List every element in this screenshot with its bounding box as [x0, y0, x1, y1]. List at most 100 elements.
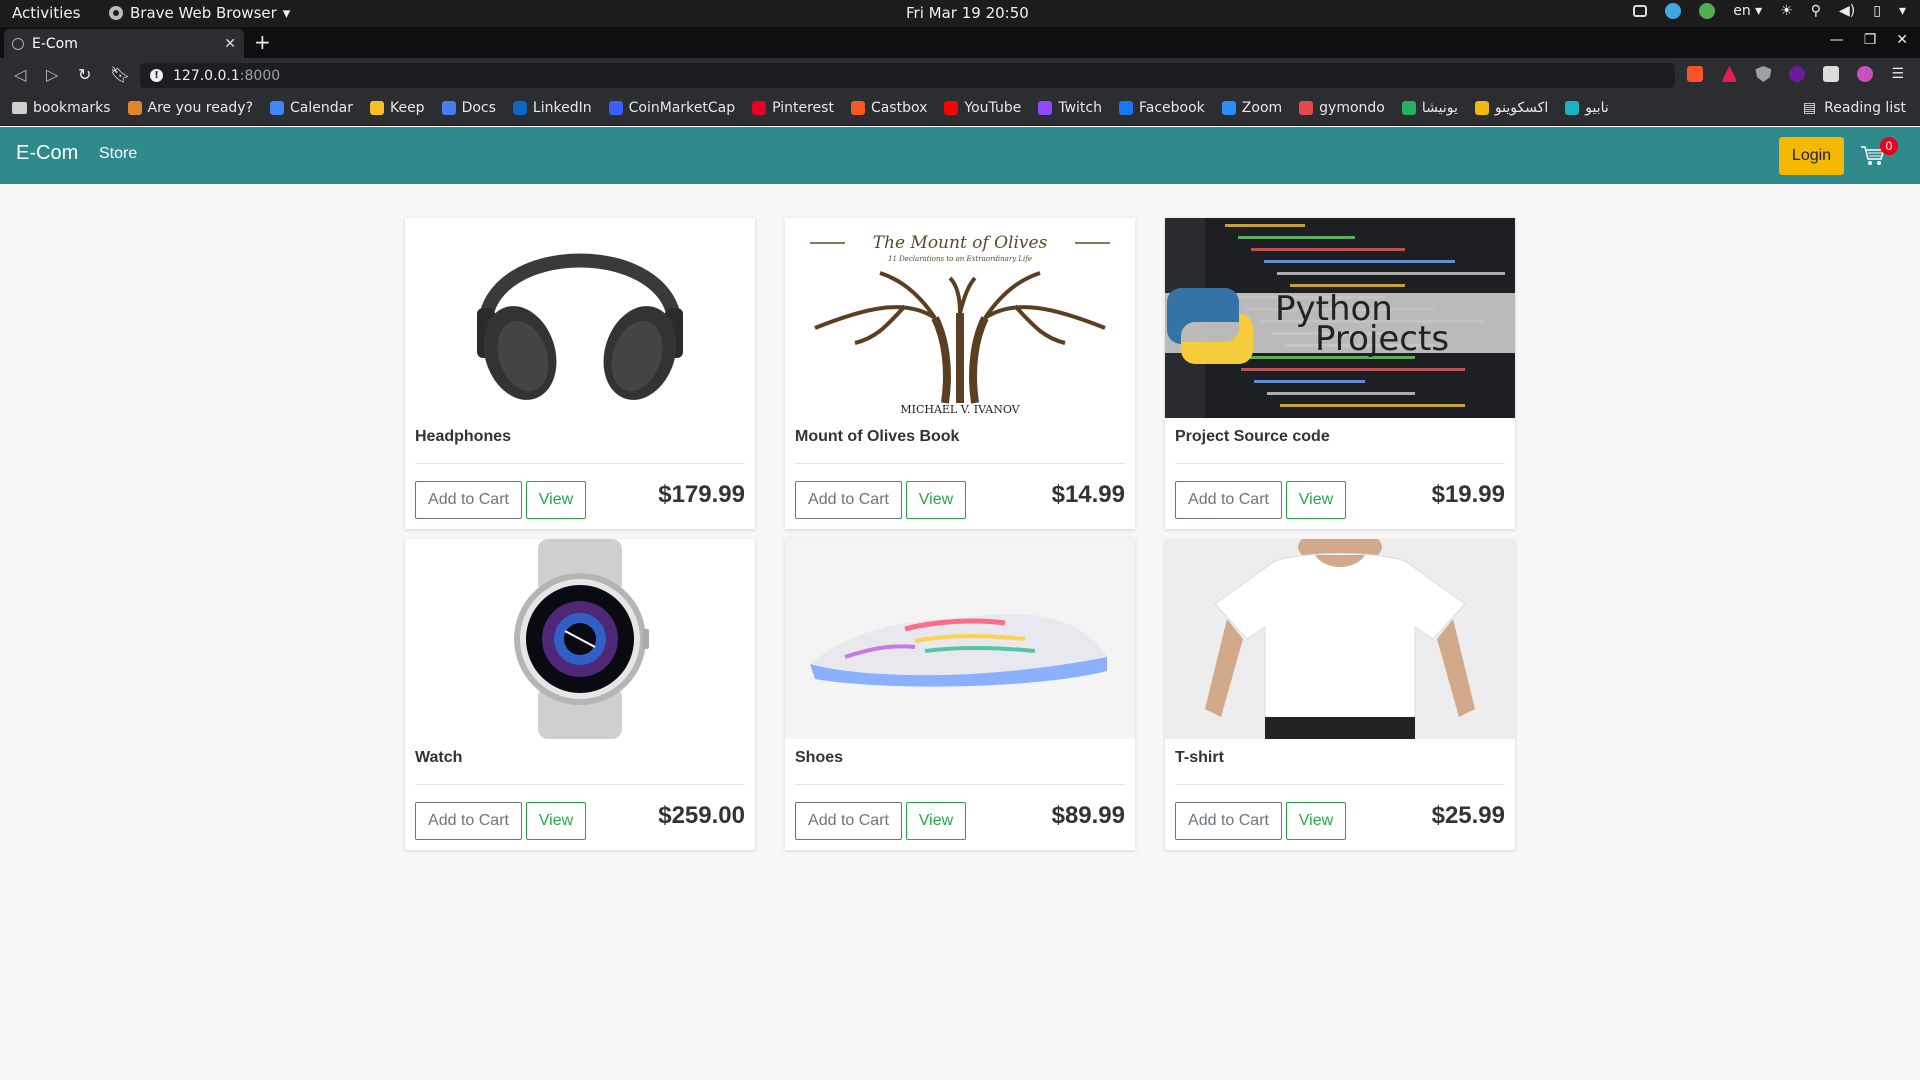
view-button[interactable]: View — [526, 481, 586, 519]
favicon-icon — [850, 101, 865, 115]
bookmark-label: CoinMarketCap — [628, 100, 736, 116]
bookmark-item[interactable]: یونیشا — [1401, 100, 1458, 116]
product-card: The Mount of Olives 11 Declarations to an… — [785, 218, 1135, 529]
bookmark-label: bookmarks — [33, 100, 111, 116]
bookmark-item[interactable]: Docs — [441, 100, 496, 116]
add-to-cart-button[interactable]: Add to Cart — [415, 802, 522, 840]
reading-list-icon: ▤ — [1802, 100, 1817, 116]
bookmark-item[interactable]: LinkedIn — [512, 100, 592, 116]
card-divider — [795, 784, 1125, 785]
puzzle-extensions-icon[interactable] — [1823, 66, 1840, 82]
product-image[interactable] — [405, 539, 755, 739]
product-price: $89.99 — [1051, 802, 1125, 829]
activities-button[interactable]: Activities — [12, 4, 80, 22]
bookmark-item[interactable]: نابیو — [1565, 100, 1609, 116]
bookmark-item[interactable]: Are you ready? — [127, 100, 253, 116]
view-button[interactable]: View — [1286, 802, 1346, 840]
favicon-icon — [752, 101, 767, 115]
product-image[interactable] — [405, 218, 755, 418]
reading-list-button[interactable]: ▤ Reading list — [1803, 100, 1906, 116]
info-icon[interactable]: ! — [150, 69, 163, 82]
view-button[interactable]: View — [906, 481, 966, 519]
card-divider — [415, 784, 745, 785]
battery-icon[interactable]: ▯ — [1873, 3, 1881, 19]
add-to-cart-button[interactable]: Add to Cart — [1175, 481, 1282, 519]
brand-link[interactable]: E-Com — [16, 142, 78, 165]
forward-icon[interactable]: ▷ — [46, 65, 58, 84]
add-to-cart-button[interactable]: Add to Cart — [415, 481, 522, 519]
bookmark-item[interactable]: bookmarks — [12, 100, 111, 116]
book-cover-title: The Mount of Olives — [873, 233, 1048, 253]
network-icon[interactable]: ⚲ — [1811, 3, 1821, 19]
bookmark-item[interactable]: Facebook — [1118, 100, 1205, 116]
brightness-icon[interactable]: ☀ — [1780, 3, 1793, 19]
view-button[interactable]: View — [526, 802, 586, 840]
close-window-icon[interactable]: ✕ — [1896, 32, 1908, 48]
product-price: $259.00 — [658, 802, 745, 829]
back-icon[interactable]: ◁ — [14, 65, 26, 84]
bookmark-item[interactable]: gymondo — [1299, 100, 1385, 116]
favicon-icon — [127, 101, 142, 115]
product-image[interactable] — [1165, 539, 1515, 739]
view-button[interactable]: View — [906, 802, 966, 840]
brave-rewards-icon[interactable] — [1721, 66, 1738, 82]
bookmark-item[interactable]: اکسکوینو — [1474, 100, 1548, 116]
add-to-cart-button[interactable]: Add to Cart — [1175, 802, 1282, 840]
bookmark-item[interactable]: Twitch — [1038, 100, 1102, 116]
new-tab-icon[interactable]: + — [254, 30, 271, 54]
product-image[interactable]: The Mount of Olives 11 Declarations to an… — [785, 218, 1135, 418]
window-controls: — ❐ ✕ — [1830, 32, 1908, 48]
caret-down-icon: ▾ — [282, 4, 291, 22]
minimize-icon[interactable]: — — [1830, 32, 1844, 48]
close-tab-icon[interactable]: ✕ — [224, 36, 236, 52]
reload-icon[interactable]: ↻ — [78, 65, 91, 84]
bookmark-item[interactable]: Pinterest — [752, 100, 834, 116]
sneaker-image — [785, 539, 1135, 739]
view-button[interactable]: View — [1286, 481, 1346, 519]
favicon-icon — [1118, 101, 1133, 115]
browser-tab[interactable]: E-Com ✕ — [4, 29, 244, 58]
card-divider — [1175, 784, 1505, 785]
bookmark-item[interactable]: Calendar — [270, 100, 353, 116]
bookmark-label: Keep — [389, 100, 425, 116]
bookmark-item[interactable]: Zoom — [1221, 100, 1283, 116]
product-image[interactable] — [785, 539, 1135, 739]
url-bar[interactable]: ! 127.0.0.1:8000 — [140, 63, 1675, 88]
add-to-cart-button[interactable]: Add to Cart — [795, 802, 902, 840]
app-menu[interactable]: Brave Web Browser ▾ — [108, 4, 290, 22]
product-price: $179.99 — [658, 481, 745, 508]
bookmark-label: Castbox — [870, 100, 928, 116]
volume-icon[interactable]: ◀) — [1839, 3, 1855, 19]
book-cover-image: The Mount of Olives 11 Declarations to an… — [810, 233, 1110, 416]
bookmark-item[interactable]: Keep — [369, 100, 425, 116]
product-title: Shoes — [795, 749, 844, 766]
add-to-cart-button[interactable]: Add to Cart — [795, 481, 902, 519]
power-menu-icon[interactable]: ▾ — [1899, 3, 1906, 19]
update-icon[interactable] — [1665, 3, 1682, 19]
folder-icon — [12, 102, 27, 114]
headphones-image — [477, 253, 683, 400]
bookmark-item[interactable]: CoinMarketCap — [608, 100, 736, 116]
clock[interactable]: Fri Mar 19 20:50 — [906, 4, 1029, 22]
nav-store-link[interactable]: Store — [99, 145, 137, 163]
screenshot-icon[interactable] — [1633, 5, 1648, 17]
product-title: Headphones — [415, 428, 512, 445]
browser-menu-icon[interactable]: ☰ — [1891, 66, 1904, 82]
product-image[interactable]: Python Projects — [1165, 218, 1515, 418]
favicon-icon — [441, 101, 456, 115]
restore-icon[interactable]: ❐ — [1864, 32, 1877, 48]
language-selector[interactable]: en ▾ — [1733, 3, 1762, 19]
bookmark-icon[interactable]: 🔖︎ — [110, 65, 130, 84]
shield-extension-icon[interactable] — [1755, 66, 1772, 82]
white-tshirt-image — [1165, 539, 1515, 739]
login-button[interactable]: Login — [1779, 137, 1844, 175]
bookmark-item[interactable]: YouTube — [944, 100, 1021, 116]
extension-badge-icon[interactable] — [1789, 66, 1806, 82]
brave-shields-icon[interactable] — [1687, 66, 1704, 82]
extension-icons: ☰ — [1687, 66, 1904, 82]
product-card: Watch Add to Cart View $259.00 — [405, 539, 755, 850]
profile-avatar-icon[interactable] — [1857, 66, 1874, 82]
bookmark-label: Zoom — [1241, 100, 1283, 116]
extension-tray-icon[interactable] — [1699, 3, 1716, 19]
bookmark-item[interactable]: Castbox — [850, 100, 928, 116]
